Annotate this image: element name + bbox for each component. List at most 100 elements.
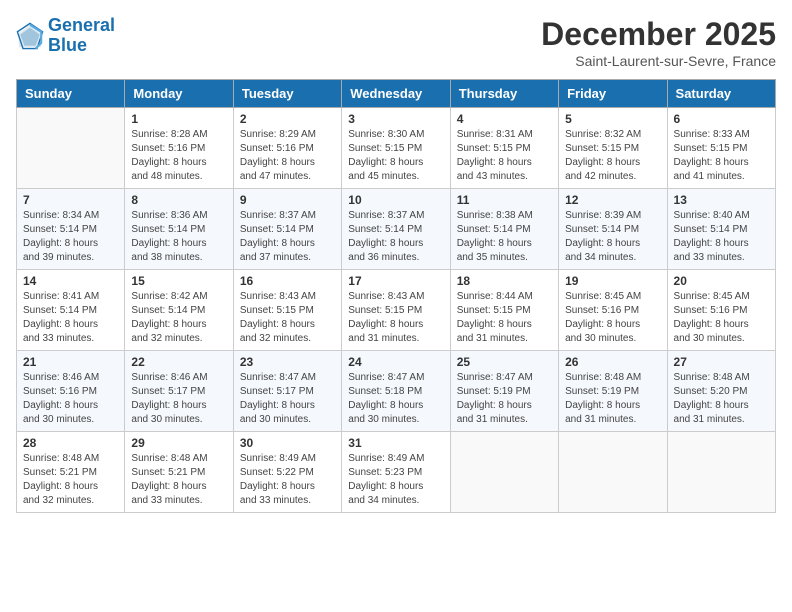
day-info: Sunrise: 8:47 AMSunset: 5:18 PMDaylight:… [348,371,443,427]
calendar-cell: 31 Sunrise: 8:49 AMSunset: 5:23 PMDayligh… [342,432,450,513]
calendar-cell: 30 Sunrise: 8:49 AMSunset: 5:22 PMDayligh… [233,432,341,513]
calendar-cell: 6 Sunrise: 8:33 AMSunset: 5:15 PMDaylight… [667,108,775,189]
header-cell-friday: Friday [559,80,667,108]
day-info: Sunrise: 8:47 AMSunset: 5:17 PMDaylight:… [240,371,335,427]
day-number: 1 [131,112,226,126]
day-info: Sunrise: 8:44 AMSunset: 5:15 PMDaylight:… [457,290,552,346]
logo-icon [16,22,44,50]
calendar-cell [17,108,125,189]
day-info: Sunrise: 8:37 AMSunset: 5:14 PMDaylight:… [348,209,443,265]
calendar-week-row: 7 Sunrise: 8:34 AMSunset: 5:14 PMDaylight… [17,189,776,270]
calendar-cell: 7 Sunrise: 8:34 AMSunset: 5:14 PMDaylight… [17,189,125,270]
day-info: Sunrise: 8:40 AMSunset: 5:14 PMDaylight:… [674,209,769,265]
day-info: Sunrise: 8:32 AMSunset: 5:15 PMDaylight:… [565,128,660,184]
day-info: Sunrise: 8:45 AMSunset: 5:16 PMDaylight:… [674,290,769,346]
day-number: 11 [457,193,552,207]
day-number: 27 [674,355,769,369]
day-number: 24 [348,355,443,369]
day-number: 7 [23,193,118,207]
day-info: Sunrise: 8:45 AMSunset: 5:16 PMDaylight:… [565,290,660,346]
page-header: General Blue December 2025 Saint-Laurent… [16,16,776,69]
day-number: 29 [131,436,226,450]
day-number: 9 [240,193,335,207]
calendar-cell: 13 Sunrise: 8:40 AMSunset: 5:14 PMDayligh… [667,189,775,270]
calendar-cell: 5 Sunrise: 8:32 AMSunset: 5:15 PMDaylight… [559,108,667,189]
day-info: Sunrise: 8:34 AMSunset: 5:14 PMDaylight:… [23,209,118,265]
header-cell-thursday: Thursday [450,80,558,108]
calendar-body: 1 Sunrise: 8:28 AMSunset: 5:16 PMDaylight… [17,108,776,513]
header-cell-sunday: Sunday [17,80,125,108]
calendar-cell: 2Sunrise: 8:29 AMSunset: 5:16 PMDaylight… [233,108,341,189]
header-cell-tuesday: Tuesday [233,80,341,108]
calendar-week-row: 1 Sunrise: 8:28 AMSunset: 5:16 PMDaylight… [17,108,776,189]
day-info: Sunrise: 8:30 AMSunset: 5:15 PMDaylight:… [348,128,443,184]
day-info: Sunrise: 8:31 AMSunset: 5:15 PMDaylight:… [457,128,552,184]
day-number: 12 [565,193,660,207]
calendar-cell: 25Sunrise: 8:47 AMSunset: 5:19 PMDayligh… [450,351,558,432]
calendar-cell: 19 Sunrise: 8:45 AMSunset: 5:16 PMDayligh… [559,270,667,351]
day-number: 15 [131,274,226,288]
day-number: 5 [565,112,660,126]
day-info: Sunrise: 8:28 AMSunset: 5:16 PMDaylight:… [131,128,226,184]
day-info: Sunrise: 8:49 AMSunset: 5:22 PMDaylight:… [240,452,335,508]
calendar-cell: 3 Sunrise: 8:30 AMSunset: 5:15 PMDaylight… [342,108,450,189]
calendar-cell: 23 Sunrise: 8:47 AMSunset: 5:17 PMDayligh… [233,351,341,432]
calendar-cell: 29Sunrise: 8:48 AMSunset: 5:21 PMDayligh… [125,432,233,513]
title-section: December 2025 Saint-Laurent-sur-Sevre, F… [541,16,776,69]
day-number: 18 [457,274,552,288]
location-title: Saint-Laurent-sur-Sevre, France [541,53,776,69]
day-number: 30 [240,436,335,450]
day-info: Sunrise: 8:41 AMSunset: 5:14 PMDaylight:… [23,290,118,346]
day-info: Sunrise: 8:46 AMSunset: 5:16 PMDaylight:… [23,371,118,427]
calendar-cell: 28 Sunrise: 8:48 AMSunset: 5:21 PMDayligh… [17,432,125,513]
logo-text: General Blue [48,16,115,56]
day-number: 6 [674,112,769,126]
calendar-cell: 10 Sunrise: 8:37 AMSunset: 5:14 PMDayligh… [342,189,450,270]
calendar-cell: 20 Sunrise: 8:45 AMSunset: 5:16 PMDayligh… [667,270,775,351]
day-number: 13 [674,193,769,207]
day-info: Sunrise: 8:37 AMSunset: 5:14 PMDaylight:… [240,209,335,265]
calendar-cell: 26Sunrise: 8:48 AMSunset: 5:19 PMDayligh… [559,351,667,432]
calendar-table: SundayMondayTuesdayWednesdayThursdayFrid… [16,79,776,513]
day-info: Sunrise: 8:48 AMSunset: 5:20 PMDaylight:… [674,371,769,427]
calendar-cell: 4Sunrise: 8:31 AMSunset: 5:15 PMDaylight… [450,108,558,189]
calendar-cell: 16Sunrise: 8:43 AMSunset: 5:15 PMDayligh… [233,270,341,351]
day-info: Sunrise: 8:36 AMSunset: 5:14 PMDaylight:… [131,209,226,265]
day-info: Sunrise: 8:48 AMSunset: 5:21 PMDaylight:… [23,452,118,508]
day-number: 31 [348,436,443,450]
day-number: 20 [674,274,769,288]
calendar-cell: 15 Sunrise: 8:42 AMSunset: 5:14 PMDayligh… [125,270,233,351]
day-number: 26 [565,355,660,369]
calendar-cell: 11Sunrise: 8:38 AMSunset: 5:14 PMDayligh… [450,189,558,270]
day-number: 10 [348,193,443,207]
day-info: Sunrise: 8:42 AMSunset: 5:14 PMDaylight:… [131,290,226,346]
calendar-cell: 17Sunrise: 8:43 AMSunset: 5:15 PMDayligh… [342,270,450,351]
header-row: SundayMondayTuesdayWednesdayThursdayFrid… [17,80,776,108]
day-info: Sunrise: 8:29 AMSunset: 5:16 PMDaylight:… [240,128,335,184]
header-cell-wednesday: Wednesday [342,80,450,108]
day-number: 21 [23,355,118,369]
calendar-cell: 24 Sunrise: 8:47 AMSunset: 5:18 PMDayligh… [342,351,450,432]
day-info: Sunrise: 8:46 AMSunset: 5:17 PMDaylight:… [131,371,226,427]
day-info: Sunrise: 8:43 AMSunset: 5:15 PMDaylight:… [240,290,335,346]
day-number: 23 [240,355,335,369]
calendar-week-row: 14 Sunrise: 8:41 AMSunset: 5:14 PMDayligh… [17,270,776,351]
day-info: Sunrise: 8:39 AMSunset: 5:14 PMDaylight:… [565,209,660,265]
calendar-cell: 14 Sunrise: 8:41 AMSunset: 5:14 PMDayligh… [17,270,125,351]
logo: General Blue [16,16,115,56]
day-number: 14 [23,274,118,288]
day-info: Sunrise: 8:49 AMSunset: 5:23 PMDaylight:… [348,452,443,508]
header-cell-saturday: Saturday [667,80,775,108]
day-info: Sunrise: 8:43 AMSunset: 5:15 PMDaylight:… [348,290,443,346]
header-cell-monday: Monday [125,80,233,108]
calendar-cell [559,432,667,513]
calendar-cell: 21 Sunrise: 8:46 AMSunset: 5:16 PMDayligh… [17,351,125,432]
calendar-cell: 8 Sunrise: 8:36 AMSunset: 5:14 PMDaylight… [125,189,233,270]
day-number: 28 [23,436,118,450]
day-number: 3 [348,112,443,126]
calendar-cell: 9 Sunrise: 8:37 AMSunset: 5:14 PMDaylight… [233,189,341,270]
day-number: 8 [131,193,226,207]
day-number: 19 [565,274,660,288]
calendar-week-row: 21 Sunrise: 8:46 AMSunset: 5:16 PMDayligh… [17,351,776,432]
day-info: Sunrise: 8:33 AMSunset: 5:15 PMDaylight:… [674,128,769,184]
